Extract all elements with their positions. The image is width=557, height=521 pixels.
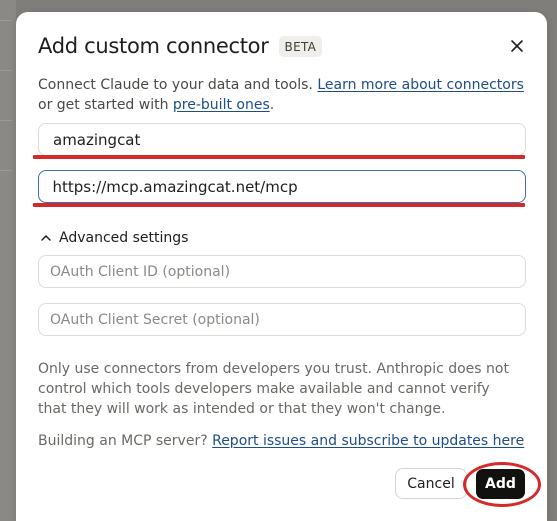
connector-name-input[interactable]: amazingcat (38, 123, 526, 156)
intro-text-part: Connect Claude to your data and tools. (38, 77, 318, 93)
annotation-underline-name (33, 155, 525, 159)
oauth-client-id-input[interactable]: OAuth Client ID (optional) (38, 255, 526, 288)
add-button[interactable]: Add (476, 469, 525, 499)
cancel-button[interactable]: Cancel (395, 468, 467, 499)
learn-more-link[interactable]: Learn more about connectors (317, 77, 524, 93)
oauth-client-secret-input[interactable]: OAuth Client Secret (optional) (38, 303, 526, 336)
oauth-client-secret-placeholder: OAuth Client Secret (optional) (50, 311, 260, 328)
dialog-header: Add custom connector BETA (38, 31, 323, 61)
trust-warning-text: Only use connectors from developers you … (38, 361, 509, 417)
beta-badge: BETA (278, 35, 323, 57)
annotation-underline-url (33, 203, 525, 207)
report-issues-link[interactable]: Report issues and subscribe to updates h… (212, 433, 524, 449)
oauth-client-id-placeholder: OAuth Client ID (optional) (50, 263, 231, 280)
building-mcp-prefix: Building an MCP server? (38, 433, 213, 449)
advanced-settings-label: Advanced settings (59, 230, 189, 246)
advanced-settings-toggle[interactable]: Advanced settings (40, 228, 188, 248)
intro-text: Connect Claude to your data and tools. L… (38, 76, 528, 115)
close-button[interactable] (505, 34, 529, 58)
prebuilt-link[interactable]: pre-built ones (173, 97, 270, 113)
connector-url-input[interactable]: https://mcp.amazingcat.net/mcp (38, 170, 526, 203)
intro-text-part: . (269, 96, 275, 113)
backdrop (0, 0, 16, 521)
connector-url-value: https://mcp.amazingcat.net/mcp (52, 177, 298, 196)
building-mcp-text: Building an MCP server? Report issues an… (38, 431, 528, 451)
close-icon (511, 40, 523, 52)
dialog-title: Add custom connector (38, 34, 269, 58)
connector-name-value: amazingcat (53, 130, 141, 149)
add-connector-dialog: Add custom connector BETA Connect Claude… (16, 12, 547, 521)
chevron-up-icon (41, 235, 51, 241)
intro-text-part: or get started with (38, 96, 173, 113)
